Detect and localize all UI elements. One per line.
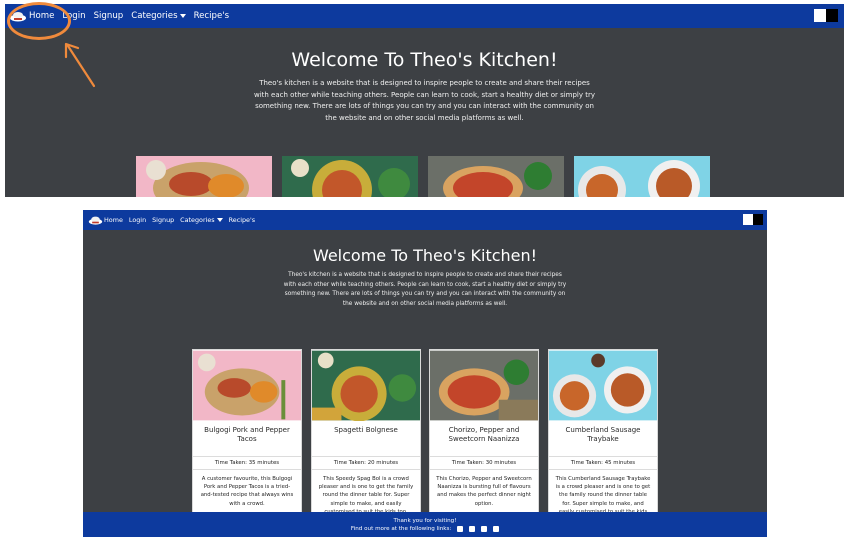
arrow-annotation-icon	[64, 42, 96, 88]
social-links	[457, 525, 500, 532]
footer-links-row: Find out more at the following links:	[83, 525, 767, 533]
caret-down-icon	[179, 13, 186, 18]
recipe-title: Chorizo, Pepper and Sweetcorn Naanizza	[448, 426, 520, 443]
zoomed-screenshot: Home Login Signup Categories Recipe's We…	[5, 4, 844, 197]
recipe-time: Time Taken: 20 minutes	[312, 456, 420, 470]
nav-categories-dropdown[interactable]: Categories	[180, 216, 223, 224]
recipe-image-spaghetti	[282, 156, 418, 197]
hero-description: Theo's kitchen is a website that is desi…	[283, 272, 567, 307]
recipe-image-tacos	[136, 156, 272, 197]
navbar: Home Login Signup Categories Recipe's	[83, 210, 767, 230]
nav-signup[interactable]: Signup	[94, 11, 124, 21]
nav-categories-dropdown[interactable]: Categories	[131, 11, 186, 21]
recipe-description: This Chorizo, Pepper and Sweetcorn Naani…	[436, 476, 532, 507]
hero-description: Theo's kitchen is a website that is desi…	[253, 79, 596, 122]
recipe-image-tacos	[193, 350, 301, 421]
twitter-icon[interactable]	[469, 525, 476, 532]
annotated-screenshot: Home Login Signup Categories Recipe's We…	[0, 0, 849, 544]
chef-hat-logo-icon[interactable]	[86, 215, 104, 225]
recipe-description: A customer favourite, this Bulgogi Pork …	[200, 476, 294, 507]
hero-section: Welcome To Theo's Kitchen! Theo's kitche…	[5, 28, 844, 197]
nav-home[interactable]: Home	[104, 216, 123, 224]
recipe-image-naanizza	[428, 156, 564, 197]
footer: Thank you for visiting! Find out more at…	[83, 512, 767, 537]
recipe-card[interactable]: Spagetti Bolgnese Time Taken: 20 minutes…	[311, 349, 421, 512]
hero-title: Welcome To Theo's Kitchen!	[291, 49, 558, 71]
recipe-image-naanizza	[430, 350, 538, 421]
nav-recipes[interactable]: Recipe's	[194, 11, 230, 21]
dark-mode-swatch[interactable]	[753, 214, 763, 225]
recipe-card[interactable]: Cumberland Sausage Traybake Time Taken: …	[548, 349, 658, 512]
recipe-image-traybake	[574, 156, 710, 197]
navbar: Home Login Signup Categories Recipe's	[5, 4, 844, 28]
recipe-title: Cumberland Sausage Traybake	[565, 426, 641, 443]
recipe-time: Time Taken: 35 minutes	[193, 456, 301, 470]
highlight-circle	[7, 2, 71, 40]
theme-toggle[interactable]	[814, 9, 838, 22]
recipe-title: Spagetti Bolgnese	[334, 426, 398, 434]
footer-links-label: Find out more at the following links:	[350, 526, 452, 532]
hero-section: Welcome To Theo's Kitchen! Theo's kitche…	[83, 230, 767, 512]
recipe-image-spaghetti	[312, 350, 420, 421]
footer-thanks: Thank you for visiting!	[393, 518, 457, 524]
light-mode-swatch[interactable]	[743, 214, 753, 225]
recipe-image-traybake	[549, 350, 657, 421]
dark-mode-swatch[interactable]	[826, 9, 838, 22]
recipe-time: Time Taken: 45 minutes	[549, 456, 657, 470]
caret-down-icon	[216, 218, 223, 222]
recipe-description: This Speedy Spag Bol is a crowd pleaser …	[318, 476, 414, 512]
youtube-icon[interactable]	[493, 525, 500, 532]
nav-signup[interactable]: Signup	[152, 216, 174, 224]
nav-login[interactable]: Login	[129, 216, 146, 224]
facebook-icon[interactable]	[457, 525, 464, 532]
recipe-card[interactable]: Chorizo, Pepper and Sweetcorn Naanizza T…	[429, 349, 539, 512]
instagram-icon[interactable]	[481, 525, 488, 532]
nav-categories-label: Categories	[131, 11, 178, 21]
recipe-description: This Cumberland Sausage Traybake is a cr…	[555, 476, 651, 512]
recipe-title: Bulgogi Pork and Pepper Tacos	[204, 426, 290, 443]
hero-title: Welcome To Theo's Kitchen!	[312, 246, 538, 265]
full-page-screenshot: Home Login Signup Categories Recipe's We…	[83, 210, 767, 537]
nav-categories-label: Categories	[180, 216, 215, 224]
recipe-card[interactable]: Bulgogi Pork and Pepper Tacos Time Taken…	[192, 349, 302, 512]
nav-recipes[interactable]: Recipe's	[229, 216, 255, 224]
theme-toggle[interactable]	[743, 214, 763, 225]
recipe-time: Time Taken: 30 minutes	[430, 456, 538, 470]
light-mode-swatch[interactable]	[814, 9, 826, 22]
